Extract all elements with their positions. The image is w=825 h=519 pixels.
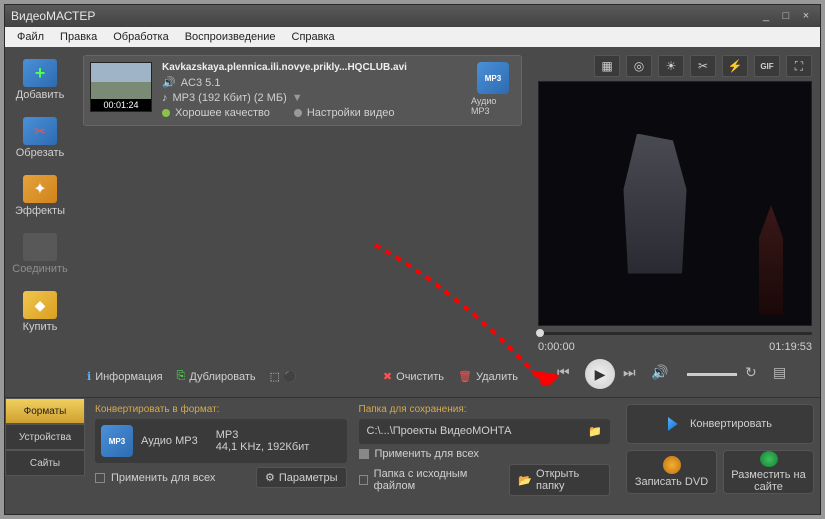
add-icon [23, 59, 57, 87]
preview-screen[interactable] [538, 81, 812, 326]
mp3-format-icon: MP3 [101, 425, 133, 457]
convert-format-section: Конвертировать в формат: MP3 Аудио MP3 M… [95, 404, 347, 508]
mp3-icon: MP3 [477, 62, 509, 94]
convert-button[interactable]: Конвертировать [626, 404, 814, 444]
trim-tool-icon[interactable]: ✂ [690, 55, 716, 77]
file-list: 00:01:24 Kavkazskaya.plennica.ili.novye.… [75, 47, 530, 397]
next-button[interactable]: ⏭ [623, 364, 643, 384]
folder-icon: 📂 [518, 474, 532, 487]
mode-button[interactable]: ▤ [773, 364, 793, 384]
file-item[interactable]: 00:01:24 Kavkazskaya.plennica.ili.novye.… [83, 55, 522, 126]
delete-button[interactable]: 🗑Удалить [458, 370, 518, 383]
titlebar: ВидеоМАСТЕР _ □ × [5, 5, 820, 27]
buy-icon [23, 291, 57, 319]
open-folder-button[interactable]: 📂Открыть папку [509, 464, 610, 496]
join-button: Соединить [9, 229, 71, 279]
apply-all-path-checkbox[interactable] [359, 449, 369, 459]
toggle-icon[interactable]: ⬚ ⚫ [270, 370, 297, 383]
brightness-tool-icon[interactable]: ☀ [658, 55, 684, 77]
menu-processing[interactable]: Обработка [105, 29, 176, 45]
gif-tool-icon[interactable]: GIF [754, 55, 780, 77]
menubar: Файл Правка Обработка Воспроизведение Сп… [5, 27, 820, 47]
time-total: 01:19:53 [769, 341, 812, 353]
add-button[interactable]: Добавить [9, 55, 71, 105]
file-name: Kavkazskaya.plennica.ili.novye.prikly...… [162, 62, 461, 73]
info-button[interactable]: ℹИнформация [87, 370, 163, 383]
apply-all-format-checkbox[interactable] [95, 473, 105, 483]
sidebar: Добавить Обрезать Эффекты Соединить Купи… [5, 47, 75, 397]
output-tabs: Форматы Устройства Сайты [5, 398, 85, 514]
close-button[interactable]: × [798, 9, 814, 23]
time-current: 0:00:00 [538, 341, 575, 353]
play-button[interactable]: ▶ [585, 359, 615, 389]
speaker-icon: 🔊 [162, 76, 176, 89]
tab-devices[interactable]: Устройства [5, 424, 85, 450]
src-folder-checkbox[interactable] [359, 475, 368, 485]
fullscreen-tool-icon[interactable]: ⛶ [786, 55, 812, 77]
volume-slider[interactable] [687, 373, 737, 376]
volume-icon[interactable]: 🔊 [651, 364, 671, 384]
file-toolbar: ℹИнформация ⎘Дублировать ⬚ ⚫ ✖Очистить 🗑… [83, 364, 522, 389]
preview-panel: ▦ ◎ ☀ ✂ ⚡ GIF ⛶ 0:00:0001:19:53 ⏮ ▶ ⏭ 🔊 … [530, 47, 820, 397]
thumbnail: 00:01:24 [90, 62, 152, 112]
tab-formats[interactable]: Форматы [5, 398, 85, 424]
effects-icon [23, 175, 57, 203]
tab-sites[interactable]: Сайты [5, 450, 85, 476]
note-icon: ♪ [162, 92, 168, 104]
menu-help[interactable]: Справка [284, 29, 343, 45]
duplicate-button[interactable]: ⎘Дублировать [177, 370, 256, 383]
gear-icon: ⚙ [265, 471, 275, 484]
menu-playback[interactable]: Воспроизведение [177, 29, 284, 45]
save-path[interactable]: C:\...\Проекты ВидеоМОНТА 📁 [359, 419, 611, 444]
play-icon [668, 417, 682, 431]
snapshot-tool-icon[interactable]: ◎ [626, 55, 652, 77]
save-folder-section: Папка для сохранения: C:\...\Проекты Вид… [359, 404, 611, 508]
dvd-icon [663, 456, 681, 474]
burn-dvd-button[interactable]: Записать DVD [626, 450, 717, 494]
prev-button[interactable]: ⏮ [557, 364, 577, 384]
menu-edit[interactable]: Правка [52, 29, 105, 45]
quality-indicator-icon [162, 109, 170, 117]
globe-icon [760, 451, 778, 467]
crop-tool-icon[interactable]: ▦ [594, 55, 620, 77]
join-icon [23, 233, 57, 261]
buy-button[interactable]: Купить [9, 287, 71, 337]
cut-icon [23, 117, 57, 145]
maximize-button[interactable]: □ [778, 9, 794, 23]
publish-web-button[interactable]: Разместить на сайте [723, 450, 814, 494]
repeat-button[interactable]: ↻ [745, 364, 765, 384]
scrubber[interactable] [538, 332, 812, 335]
app-title: ВидеоМАСТЕР [11, 9, 95, 23]
speed-tool-icon[interactable]: ⚡ [722, 55, 748, 77]
cut-button[interactable]: Обрезать [9, 113, 71, 163]
format-badge[interactable]: MP3 Аудио MP3 [471, 62, 515, 116]
params-button[interactable]: ⚙Параметры [256, 467, 347, 488]
settings-icon [294, 109, 302, 117]
browse-icon[interactable]: 📁 [588, 425, 602, 438]
effects-button[interactable]: Эффекты [9, 171, 71, 221]
format-selector[interactable]: MP3 Аудио MP3 MP344,1 KHz, 192Кбит [95, 419, 347, 463]
clear-button[interactable]: ✖Очистить [383, 370, 444, 383]
menu-file[interactable]: Файл [9, 29, 52, 45]
minimize-button[interactable]: _ [758, 9, 774, 23]
